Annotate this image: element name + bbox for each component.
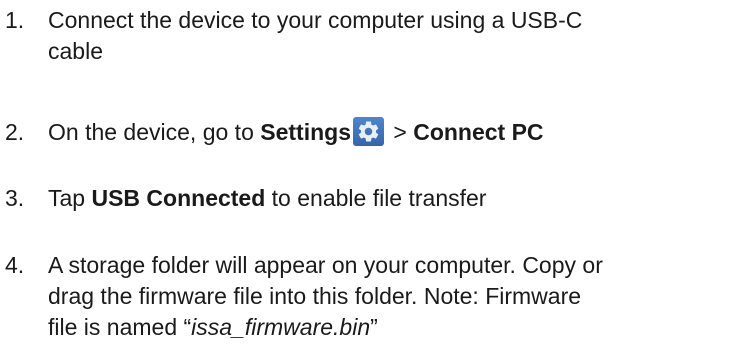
step-text: Tap USB Connected to enable file transfe…: [48, 183, 719, 214]
step-text-suffix: to enable file transfer: [265, 185, 487, 211]
step-text-suffix: ”: [370, 314, 378, 340]
step-text-line: Connect the device to your computer usin…: [48, 7, 583, 33]
gear-icon-glyph: [358, 121, 379, 142]
step-text: On the device, go to Settings > Connect …: [48, 117, 719, 148]
settings-label: Settings: [260, 119, 351, 145]
firmware-filename: issa_firmware.bin: [191, 314, 371, 340]
step-text-prefix: file is named “: [48, 314, 192, 340]
usb-connected-label: USB Connected: [91, 185, 266, 211]
step-text: Connect the device to your computer usin…: [48, 5, 719, 67]
menu-separator: >: [386, 119, 414, 145]
step-text-line: drag the firmware file into this folder.…: [48, 283, 582, 309]
step-number: 4.: [5, 252, 25, 278]
step-text-prefix: On the device, go to: [48, 119, 261, 145]
step-number: 1.: [5, 7, 25, 33]
step-number: 3.: [5, 185, 25, 211]
gear-icon: [352, 117, 384, 146]
connect-pc-label: Connect PC: [413, 119, 544, 145]
step-number: 2.: [5, 119, 25, 145]
step-text-line: A storage folder will appear on your com…: [48, 252, 603, 278]
step-text: A storage folder will appear on your com…: [48, 250, 719, 343]
step-text-line: cable: [48, 38, 103, 64]
step-text-prefix: Tap: [48, 185, 92, 211]
